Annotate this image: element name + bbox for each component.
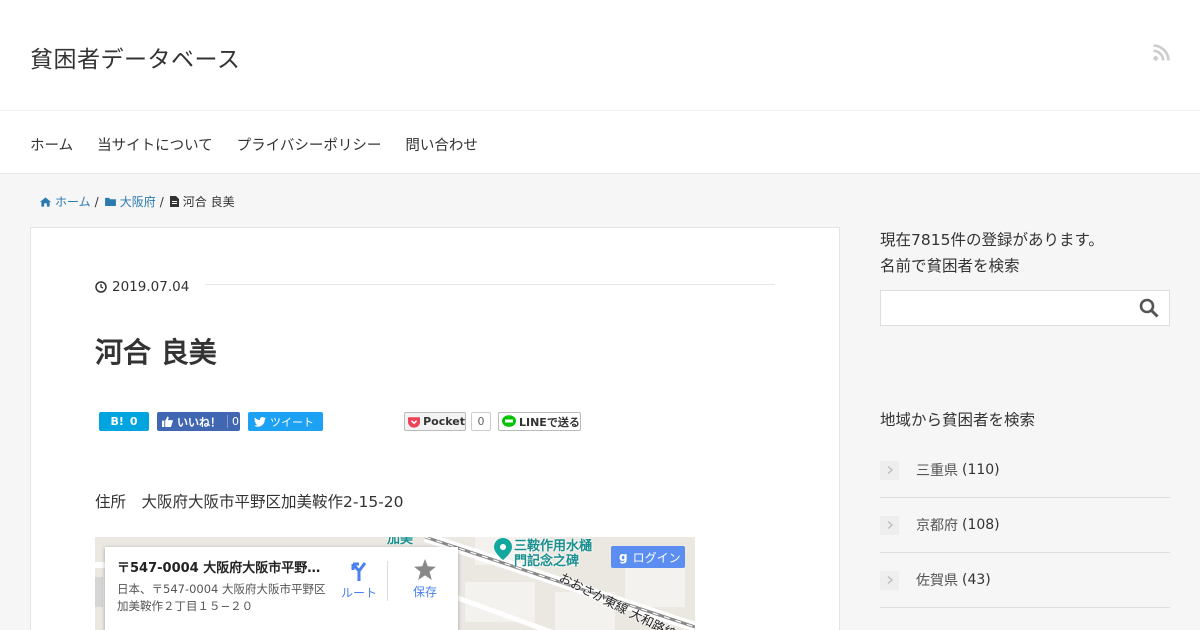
map-route-label: ルート	[340, 586, 377, 600]
map-login-label: ログイン	[632, 550, 681, 565]
site-header: 貧困者データベース	[0, 0, 1200, 111]
nav-item-home[interactable]: ホーム	[30, 134, 73, 155]
nav-item-about[interactable]: 当サイトについて	[97, 134, 213, 155]
line-share-button[interactable]: LINEで送る	[498, 412, 581, 431]
breadcrumb-current-label: 河合 良美	[182, 195, 235, 209]
breadcrumb-category-label: 大阪府	[119, 195, 156, 209]
divider	[205, 284, 775, 285]
file-icon	[169, 196, 179, 207]
chevron-right-icon	[880, 570, 899, 590]
map-route-button[interactable]: ルート	[333, 559, 385, 601]
list-item[interactable]: 三重県 (110)	[880, 443, 1170, 498]
map-pin-icon	[494, 538, 512, 560]
breadcrumb-category[interactable]: 大阪府	[104, 193, 156, 210]
folder-icon	[104, 197, 116, 206]
nav-item-privacy[interactable]: プライバシーポリシー	[237, 134, 382, 155]
hatena-icon: B!	[110, 415, 124, 428]
home-icon	[40, 196, 51, 207]
pocket-count: 0	[471, 412, 491, 431]
facebook-like-button[interactable]: いいね！ 0	[157, 412, 240, 431]
divider	[387, 561, 388, 601]
breadcrumb-separator: /	[94, 194, 99, 209]
chevron-right-icon	[880, 515, 899, 535]
rss-icon[interactable]	[1153, 44, 1170, 61]
list-item[interactable]: 佐賀県 (43)	[880, 553, 1170, 608]
breadcrumb-home[interactable]: ホーム	[40, 193, 91, 210]
line-icon	[502, 415, 516, 427]
map-card-address: 日本、〒547-0004 大阪府大阪市平野区加美鞍作２丁目１５−２０	[117, 582, 326, 613]
hatena-bookmark-button[interactable]: B! 0	[99, 412, 149, 431]
breadcrumb: ホーム / 大阪府 / 河合 良美	[40, 193, 235, 210]
map-save-label: 保存	[412, 585, 437, 599]
prefecture-count: (43)	[962, 572, 991, 588]
pocket-label: Pocket	[423, 415, 465, 428]
thumbs-up-icon	[162, 416, 173, 427]
star-icon	[414, 559, 436, 580]
pocket-button[interactable]: Pocket	[404, 412, 466, 431]
map-poi-label-2: 門記念之碑	[514, 554, 580, 569]
search-icon[interactable]	[1139, 298, 1159, 318]
article: 2019.07.04 河合 良美 B! 0 いいね！ 0 ツイート Pocket…	[30, 227, 840, 630]
twitter-bird-icon	[254, 416, 266, 427]
search-input[interactable]	[880, 290, 1170, 326]
map-place-label: 加美	[387, 537, 414, 547]
site-title[interactable]: 貧困者データベース	[30, 40, 240, 74]
list-item[interactable]: 京都府 (108)	[880, 498, 1170, 553]
address-text: 住所 大阪府大阪市平野区加美鞍作2-15-20	[95, 493, 404, 511]
sidebar: 現在7815件の登録があります。 名前で貧困者を検索 地域から貧困者を検索 三重…	[880, 227, 1170, 608]
map-card-title[interactable]: 〒547-0004 大阪府大阪市平野...	[117, 557, 322, 576]
prefecture-name[interactable]: 三重県	[916, 460, 958, 480]
tweet-button[interactable]: ツイート	[248, 412, 323, 431]
registration-count: 現在7815件の登録があります。	[880, 231, 1104, 249]
facebook-like-count: 0	[227, 415, 239, 428]
tweet-label: ツイート	[270, 415, 314, 429]
pocket-icon	[408, 416, 421, 428]
map-place-card: 〒547-0004 大阪府大阪市平野... 日本、〒547-0004 大阪府大阪…	[105, 547, 458, 630]
prefecture-count: (110)	[962, 462, 1000, 478]
post-title: 河合 良美	[95, 336, 217, 369]
map-login-button[interactable]: g ログイン	[611, 546, 685, 568]
post-date-text: 2019.07.04	[112, 279, 190, 295]
directions-icon	[351, 562, 367, 581]
nav-item-contact[interactable]: 問い合わせ	[405, 134, 478, 155]
breadcrumb-separator: /	[159, 194, 164, 209]
prefecture-name[interactable]: 京都府	[916, 515, 958, 535]
clock-icon	[95, 281, 107, 293]
prefecture-count: (108)	[962, 517, 1000, 533]
map-save-button[interactable]: 保存	[399, 559, 451, 600]
chevron-right-icon	[880, 460, 899, 480]
hatena-count: 0	[129, 415, 138, 428]
prefecture-list: 三重県 (110) 京都府 (108) 佐賀県 (43)	[880, 443, 1170, 608]
share-buttons: B! 0 いいね！ 0 ツイート Pocket 0 LINEで送る	[99, 412, 589, 432]
facebook-like-label: いいね！	[177, 415, 221, 429]
breadcrumb-home-label: ホーム	[55, 195, 91, 209]
region-widget-title: 地域から貧困者を検索	[880, 411, 1036, 429]
embedded-map[interactable]: 加美 三鞍作用水樋 門記念之碑 おおさか東線 大和路線 g ログイン 〒547-…	[95, 537, 695, 630]
google-g-icon: g	[619, 550, 628, 564]
post-date: 2019.07.04	[95, 279, 189, 295]
prefecture-name[interactable]: 佐賀県	[916, 570, 958, 590]
line-share-label: LINEで送る	[519, 415, 580, 429]
global-nav: ホーム 当サイトについて プライバシーポリシー 問い合わせ	[0, 111, 1200, 174]
search-widget-title: 名前で貧困者を検索	[880, 257, 1020, 275]
breadcrumb-current: 河合 良美	[169, 193, 235, 210]
